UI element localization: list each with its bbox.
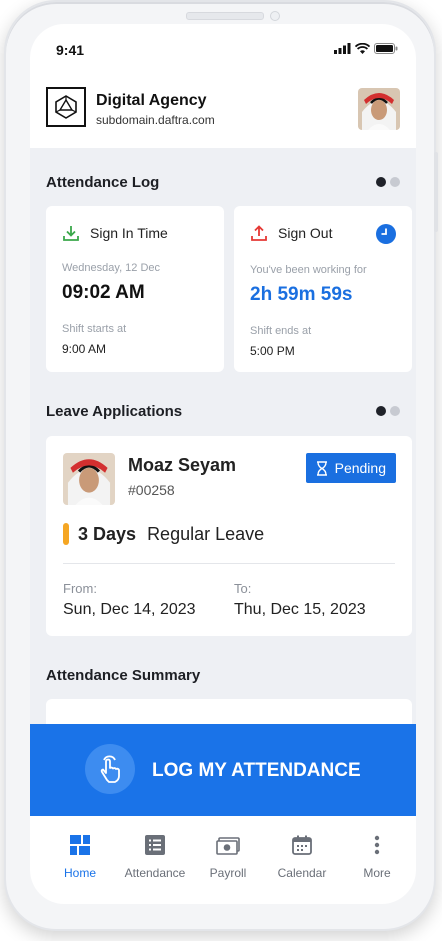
to-label: To:	[234, 581, 252, 596]
leave-days: 3 Days	[78, 524, 137, 544]
nav-item-attendance[interactable]: Attendance	[120, 832, 190, 880]
battery-icon	[374, 43, 398, 54]
sign-in-header: Sign In Time	[62, 224, 168, 242]
app-header: Digital Agency subdomain.daftra.com	[30, 70, 416, 148]
log-attendance-label: LOG MY ATTENDANCE	[152, 760, 361, 781]
status-time: 9:41	[56, 42, 85, 58]
pager-dot[interactable]	[390, 177, 400, 187]
nav-label-more: More	[363, 866, 391, 880]
hourglass-icon	[316, 460, 327, 476]
nav-item-home[interactable]: Home	[45, 832, 115, 880]
sign-in-card[interactable]: Sign In Time Wednesday, 12 Dec 09:02 AM …	[46, 206, 224, 372]
working-duration: 2h 59m 59s	[250, 284, 353, 305]
shift-start-time: 9:00 AM	[62, 342, 107, 356]
leave-applications-title: Leave Applications	[46, 403, 183, 420]
status-badge: Pending	[305, 453, 396, 483]
phone-camera	[270, 11, 280, 21]
attendance-log-pager[interactable]	[376, 177, 400, 187]
bottom-navigation: Home Attendance Payroll Calendar More	[30, 816, 416, 904]
nav-label-calendar: Calendar	[277, 866, 327, 880]
money-icon	[193, 832, 263, 858]
to-date: Thu, Dec 15, 2023	[234, 601, 366, 618]
nav-label-attendance: Attendance	[124, 866, 186, 880]
phone-side-button	[434, 152, 438, 232]
pager-dot-active[interactable]	[376, 406, 386, 416]
sign-in-date: Wednesday, 12 Dec	[62, 262, 161, 274]
leave-type-bar	[63, 523, 69, 545]
nav-item-more[interactable]: More	[342, 832, 412, 880]
shift-end-label: Shift ends at	[250, 325, 312, 337]
company-subdomain: subdomain.daftra.com	[96, 113, 215, 127]
from-label: From:	[63, 581, 97, 596]
shift-start-label: Shift starts at	[62, 323, 127, 335]
download-icon	[63, 226, 79, 241]
nav-item-payroll[interactable]: Payroll	[193, 832, 263, 880]
app-screen: 9:41 Digital Agency subdomain.daftra.com	[30, 24, 416, 904]
company-logo-icon	[46, 87, 86, 127]
leave-type: Regular Leave	[147, 524, 265, 544]
pager-dot[interactable]	[390, 406, 400, 416]
working-label: You've been working for	[250, 264, 367, 276]
sign-out-header: Sign Out	[250, 224, 332, 242]
list-icon	[120, 832, 190, 858]
status-icons	[334, 43, 398, 54]
phone-frame: 9:41 Digital Agency subdomain.daftra.com	[4, 0, 438, 931]
signal-icon	[334, 43, 351, 54]
employee-name: Moaz Seyam	[128, 455, 237, 475]
sign-out-card[interactable]: Sign Out You've been working for 2h 59m …	[234, 206, 412, 372]
nav-label-home: Home	[63, 866, 96, 880]
shift-end-time: 5:00 PM	[250, 344, 295, 358]
wifi-icon	[355, 43, 370, 54]
employee-avatar	[63, 453, 115, 505]
upload-icon	[251, 225, 267, 241]
home-grid-icon	[45, 832, 115, 858]
divider	[63, 563, 395, 564]
sign-out-label: Sign Out	[278, 225, 333, 241]
employee-id: #00258	[128, 482, 175, 498]
status-badge-label: Pending	[334, 460, 386, 476]
leave-applications-pager[interactable]	[376, 406, 400, 416]
status-bar: 9:41	[30, 24, 416, 70]
sign-in-time: 09:02 AM	[62, 282, 145, 303]
calendar-icon	[267, 832, 337, 858]
nav-item-calendar[interactable]: Calendar	[267, 832, 337, 880]
pager-dot-active[interactable]	[376, 177, 386, 187]
log-attendance-button[interactable]: LOG MY ATTENDANCE	[30, 724, 416, 816]
phone-speaker	[186, 12, 264, 20]
nav-label-payroll: Payroll	[209, 866, 247, 880]
attendance-log-title: Attendance Log	[46, 174, 160, 191]
from-date: Sun, Dec 14, 2023	[63, 601, 196, 618]
attendance-summary-title: Attendance Summary	[46, 667, 201, 684]
clock-icon	[376, 224, 396, 244]
company-name: Digital Agency	[96, 92, 207, 109]
leave-summary: 3 Days Regular Leave	[78, 524, 264, 545]
user-avatar[interactable]	[358, 88, 400, 130]
more-vertical-icon	[342, 832, 412, 858]
leave-application-card[interactable]: Moaz Seyam #00258 Pending 3 Days Regular…	[46, 436, 412, 636]
sign-in-label: Sign In Time	[90, 225, 168, 241]
tap-hand-icon	[85, 744, 135, 794]
